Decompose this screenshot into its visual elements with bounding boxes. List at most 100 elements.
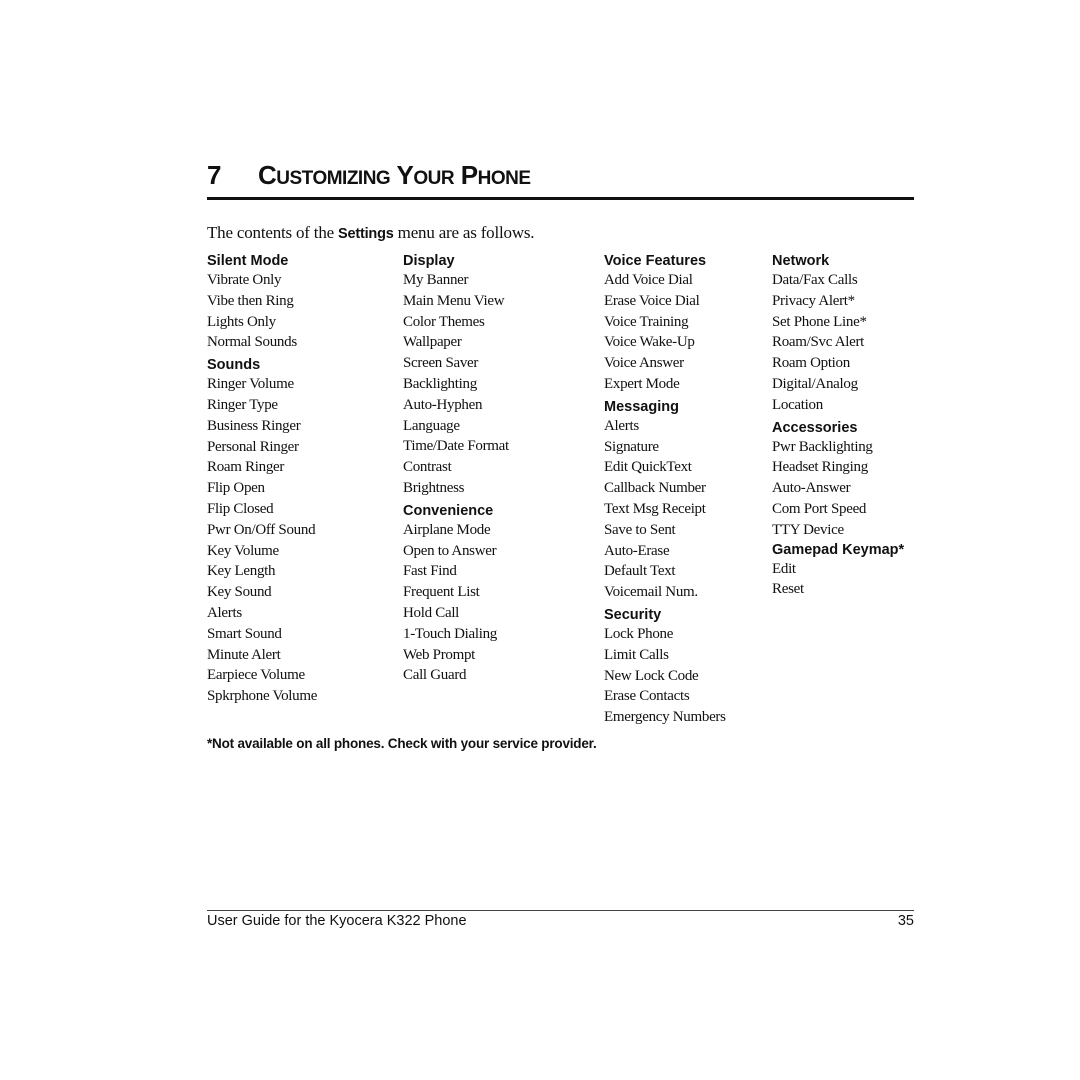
menu-item: Key Volume [207,542,279,559]
menu-item: Roam Option [772,355,850,372]
menu-item: Contrast [403,459,452,476]
menu-item: Expert Mode [604,375,680,392]
menu-item: Screen Saver [403,355,479,372]
title-cap: P [460,160,478,190]
menu-item: Roam Ringer [207,459,285,476]
menu-section: Messaging Alerts Signature Edit QuickText Ca… [604,398,726,603]
menu-item: Save to Sent [604,521,676,538]
menu-item: Personal Ringer [207,438,299,455]
page-number: 35 [897,913,914,929]
menu-section-title: Sounds [207,357,261,374]
menu-item: Language [403,417,460,434]
menu-column-4: Network Data/Fax Calls Privacy Alert* Set P… [772,252,904,600]
menu-section: Display My Banner Main Menu View Color Them… [403,252,509,499]
menu-item: Key Sound [207,584,272,601]
intro-settings-term: Settings [338,226,394,242]
menu-item: Edit QuickText [604,459,692,476]
intro-text: menu are as follows. [393,223,535,242]
menu-item: Brightness [403,479,465,496]
menu-item: Flip Closed [207,500,274,517]
chapter-number: 7 [207,160,221,190]
menu-item: Ringer Type [207,396,278,413]
title-cap: C [258,160,277,190]
menu-item: Auto-Erase [604,542,670,559]
menu-section-title: Voice Features [604,253,707,269]
menu-item: Vibe then Ring [207,292,294,309]
menu-column-1: Silent Mode Vibrate Only Vibe then Ring Lig… [207,252,317,707]
menu-section: Network Data/Fax Calls Privacy Alert* Set P… [772,252,904,416]
menu-item: Emergency Numbers [604,709,726,726]
menu-item: Pwr Backlighting [772,438,873,455]
menu-item: Edit [772,560,796,577]
menu-section-title: Gamepad Keymap* [772,541,905,558]
menu-item: Digital/Analog [772,375,858,392]
chapter-rule-divider [207,197,914,200]
intro-paragraph: The contents of the Settings menu are as… [207,223,535,243]
menu-section-title: Messaging [604,398,679,415]
menu-item: Voice Answer [604,355,684,372]
menu-section: Voice Features Add Voice Dial Erase Voice … [604,252,726,395]
menu-item: Fast Find [403,563,457,580]
menu-item: Ringer Volume [207,376,294,393]
menu-item: Normal Sounds [207,334,297,351]
title-rest: USTOMIZING [276,168,391,189]
menu-item: Lights Only [207,313,276,330]
menu-item: Lock Phone [604,625,674,642]
menu-item: Erase Voice Dial [604,292,700,309]
title-rest: HONE [477,168,531,189]
menu-item: Text Msg Receipt [604,500,706,517]
menu-section-title: Convenience [403,502,494,519]
menu-item: Smart Sound [207,625,282,642]
chapter-title: CUSTOMIZING YOUR PHONE [258,160,531,190]
menu-item: Hold Call [403,604,460,621]
menu-item: Erase Contacts [604,688,690,705]
menu-section: Accessories Pwr Backlighting Headset Ringi… [772,419,904,541]
menu-item: Color Themes [403,313,485,330]
menu-section: Sounds Ringer Volume Ringer Type Business R… [207,356,317,707]
menu-item: Frequent List [403,584,480,601]
menu-section: Silent Mode Vibrate Only Vibe then Ring Lig… [207,252,317,353]
menu-item: Minute Alert [207,646,281,663]
menu-section: Gamepad Keymap* Edit Reset [772,541,904,601]
menu-section-title: Accessories [772,419,858,436]
menu-item: Headset Ringing [772,459,868,476]
menu-item: Default Text [604,563,676,580]
menu-item: Alerts [604,417,639,434]
menu-item: Backlighting [403,375,477,392]
menu-item: Flip Open [207,480,265,497]
footer-guide-title: User Guide for the Kyocera K322 Phone [207,913,467,929]
menu-item: Wallpaper [403,334,462,351]
menu-item: Auto-Answer [772,480,851,497]
menu-item: Location [772,396,823,413]
menu-item: 1-Touch Dialing [403,625,498,642]
footnote: *Not available on all phones. Check with… [207,736,597,751]
menu-section-title: Network [772,253,830,269]
menu-item: Key Length [207,563,276,580]
menu-item: Reset [772,581,804,598]
menu-item: New Lock Code [604,667,699,684]
intro-text: The contents of the [207,223,339,242]
menu-section-title: Security [604,606,662,623]
menu-item: Voice Wake-Up [604,334,695,351]
menu-item: Callback Number [604,480,706,497]
menu-item: Alerts [207,604,242,621]
menu-item: Limit Calls [604,646,669,663]
menu-item: Spkrphone Volume [207,688,318,705]
menu-item: Open to Answer [403,542,497,559]
menu-item: Call Guard [403,667,467,684]
title-cap: Y [396,160,414,190]
menu-item: Privacy Alert* [772,292,855,309]
menu-item: Earpiece Volume [207,667,305,684]
menu-item: Business Ringer [207,417,301,434]
footer-rule-divider [207,910,914,911]
menu-item: Voice Training [604,313,689,330]
menu-item: Time/Date Format [403,438,509,455]
menu-item: Airplane Mode [403,521,491,538]
menu-item: My Banner [403,272,469,288]
menu-item: Roam/Svc Alert [772,334,865,351]
menu-section-title: Silent Mode [207,253,289,269]
menu-item: Auto-Hyphen [403,396,483,413]
menu-column-2: Display My Banner Main Menu View Color Them… [403,252,509,686]
chapter-heading: 7 CUSTOMIZING YOUR PHONE [207,160,914,191]
menu-section-title: Display [403,253,455,269]
